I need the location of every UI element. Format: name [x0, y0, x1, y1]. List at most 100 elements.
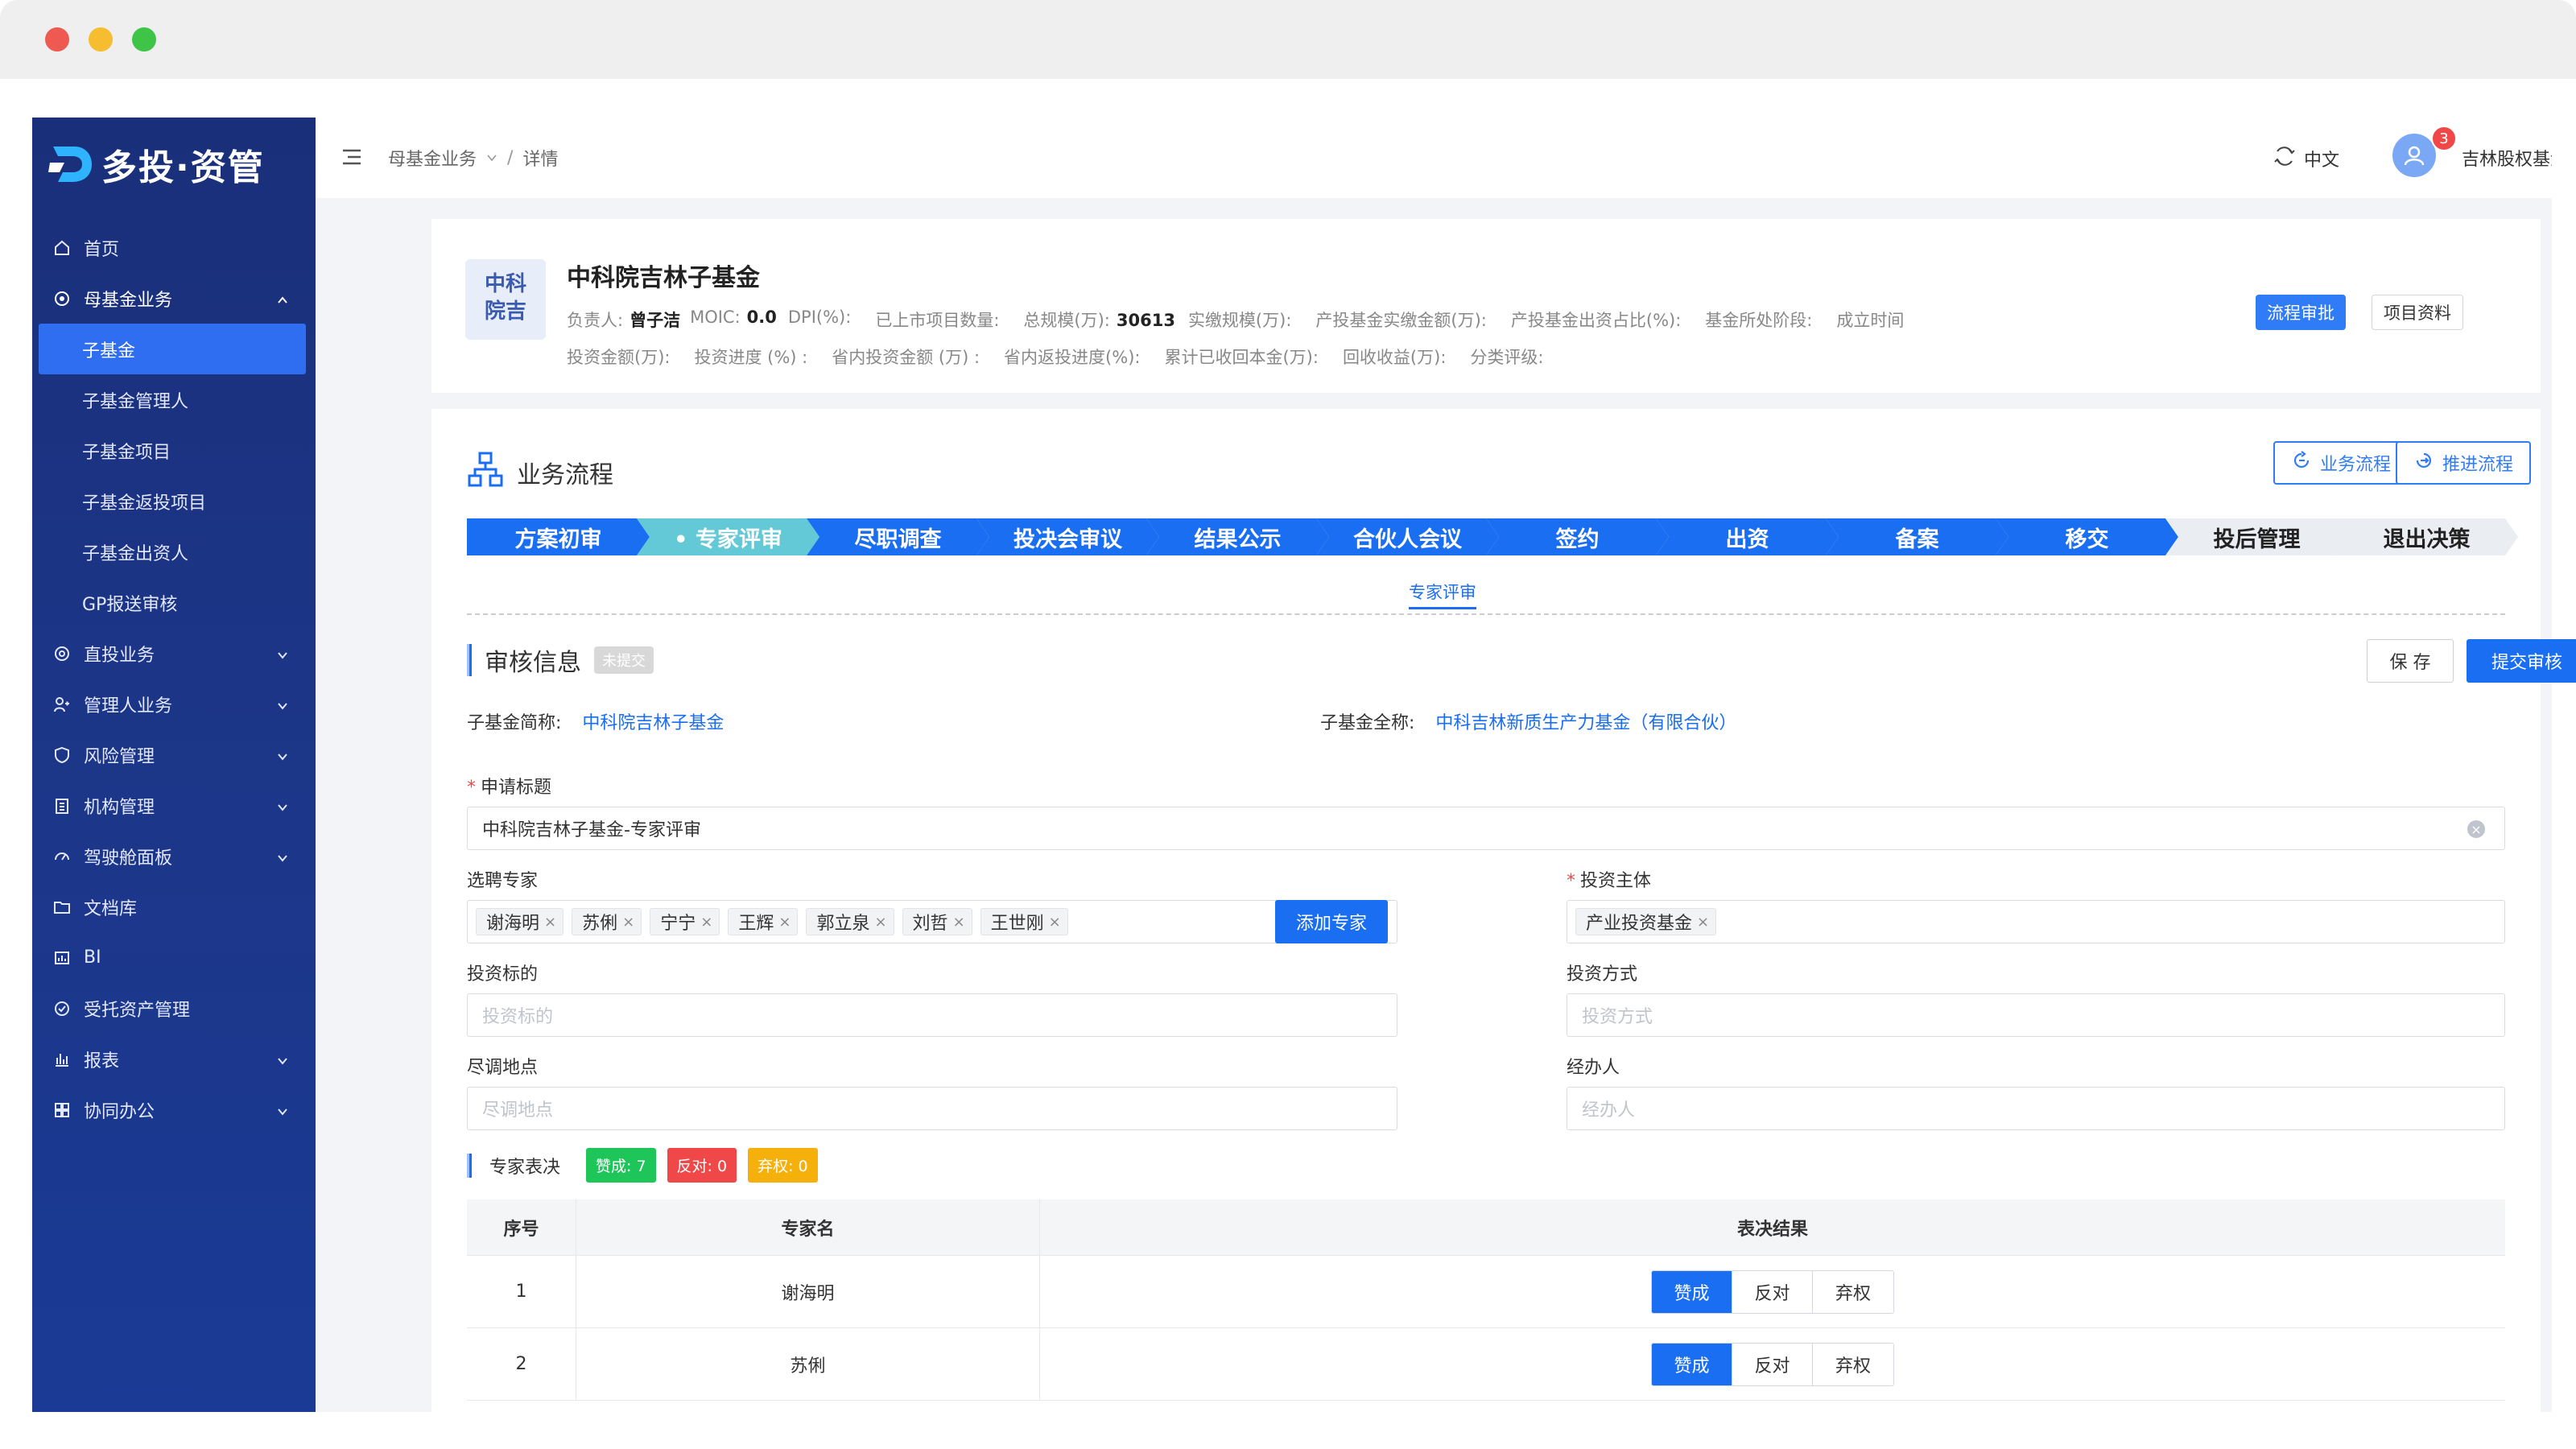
- step-expert-review[interactable]: • 专家评审: [637, 518, 819, 555]
- step-due-diligence[interactable]: 尽职调查: [807, 518, 989, 555]
- step-investment-committee[interactable]: 投决会审议: [976, 518, 1159, 555]
- sidebar-item-sub-fund-manager[interactable]: 子基金管理人: [32, 374, 316, 425]
- step-result-publicity[interactable]: 结果公示: [1146, 518, 1329, 555]
- sidebar-item-sub-fund-investor[interactable]: 子基金出资人: [32, 526, 316, 577]
- sidebar-item-direct-investment[interactable]: 直投业务: [32, 628, 316, 679]
- close-icon[interactable]: ×: [778, 914, 791, 931]
- vote-abstain-option[interactable]: 弃权: [1813, 1343, 1893, 1385]
- sidebar-item-label: 首页: [84, 239, 120, 260]
- fund-invest-amount: 投资金额(万):: [567, 348, 671, 367]
- experts-select[interactable]: 谢海明 × 苏俐 × 宁宁 × 王辉 × 郭立泉 × 刘哲 × 王世刚 ×: [467, 900, 1397, 943]
- project-docs-button[interactable]: 项目资料: [2372, 295, 2463, 330]
- step-signing[interactable]: 签约: [1486, 518, 1669, 555]
- sidebar-item-label: BI: [84, 947, 101, 968]
- window-maximize-dot[interactable]: [132, 27, 156, 52]
- step-handover[interactable]: 移交: [1996, 518, 2178, 555]
- browser-chrome: [0, 0, 2576, 79]
- chevron-up-icon: [277, 291, 288, 303]
- vote-table: 序号 专家名 表决结果 1 谢海明 赞成 反对 弃权 2 苏俐 赞成 反对 弃权: [467, 1199, 2505, 1401]
- breadcrumb-item-fof[interactable]: 母基金业务: [388, 145, 477, 171]
- sidebar-item-collaborative-office[interactable]: 协同办公: [32, 1084, 316, 1135]
- handler-input[interactable]: 经办人: [1567, 1087, 2505, 1130]
- fund-dpi: DPI(%):: [787, 308, 852, 327]
- vote-approve-option[interactable]: 赞成: [1652, 1343, 1732, 1385]
- advance-flow-button[interactable]: 推进流程: [2396, 441, 2532, 485]
- chevron-down-icon: [486, 148, 497, 168]
- target-input[interactable]: 投资标的: [467, 993, 1397, 1037]
- apply-title-input[interactable]: 中科院吉林子基金-专家评审 ×: [467, 807, 2505, 850]
- method-input[interactable]: 投资方式: [1567, 993, 2505, 1037]
- window-minimize-dot[interactable]: [89, 27, 113, 52]
- step-plan-review[interactable]: 方案初审: [467, 518, 650, 555]
- save-button[interactable]: 保 存: [2367, 639, 2454, 683]
- subject-select[interactable]: 产业投资基金 ×: [1567, 900, 2505, 943]
- fund-recovered: 累计已收回本金(万):: [1164, 348, 1319, 367]
- full-name-label: 子基金全称:: [1320, 713, 1415, 733]
- expert-chip: 谢海明 ×: [476, 908, 564, 935]
- sidebar-item-entrusted-assets[interactable]: 受托资产管理: [32, 983, 316, 1034]
- fund-logo-line1: 中科: [484, 272, 526, 296]
- clear-icon[interactable]: ×: [2467, 820, 2485, 838]
- sidebar-item-sub-fund-project[interactable]: 子基金项目: [32, 425, 316, 476]
- target-icon: [52, 643, 72, 664]
- user-name[interactable]: 吉林股权基金: [2462, 145, 2552, 171]
- step-capital-contribution[interactable]: 出资: [1656, 518, 1839, 555]
- close-icon[interactable]: ×: [1049, 914, 1061, 931]
- vote-approve-option[interactable]: 赞成: [1652, 1270, 1732, 1313]
- close-icon[interactable]: ×: [544, 914, 556, 931]
- submit-review-button[interactable]: 提交审核: [2467, 639, 2576, 683]
- close-icon[interactable]: ×: [874, 914, 886, 931]
- add-expert-button[interactable]: 添加专家: [1275, 900, 1389, 943]
- close-icon[interactable]: ×: [700, 914, 712, 931]
- process-title: 业务流程: [517, 461, 613, 489]
- business-flow-button[interactable]: 业务流程: [2273, 441, 2409, 485]
- sidebar-item-institution-management[interactable]: 机构管理: [32, 780, 316, 831]
- sidebar-item-home[interactable]: 首页: [32, 222, 316, 273]
- fund-return: 回收收益(万):: [1342, 348, 1447, 367]
- menu-toggle-icon[interactable]: [341, 148, 362, 169]
- window-close-dot[interactable]: [45, 27, 69, 52]
- short-name-value[interactable]: 中科院吉林子基金: [582, 713, 724, 733]
- fund-total-scale: 总规模(万): 30613: [1023, 311, 1175, 330]
- sidebar-item-label: GP报送审核: [82, 594, 178, 615]
- sidebar-item-sub-fund-return-project[interactable]: 子基金返投项目: [32, 476, 316, 526]
- step-exit-decision[interactable]: 退出决策: [2335, 518, 2518, 555]
- column-header-result: 表决结果: [1736, 1219, 1808, 1240]
- sidebar-item-label: 直投业务: [84, 645, 155, 666]
- sidebar-item-manager-business[interactable]: 管理人业务: [32, 679, 316, 729]
- step-partner-meeting[interactable]: 合伙人会议: [1316, 518, 1499, 555]
- column-header-no: 序号: [467, 1199, 576, 1255]
- sidebar-item-reports[interactable]: 报表: [32, 1034, 316, 1084]
- sidebar-item-document-library[interactable]: 文档库: [32, 881, 316, 932]
- sidebar-item-cockpit-dashboard[interactable]: 驾驶舱面板: [32, 831, 316, 881]
- flow-approve-button[interactable]: 流程审批: [2256, 295, 2346, 330]
- business-flow-label: 业务流程: [2320, 455, 2392, 475]
- notification-badge[interactable]: 3: [2431, 126, 2457, 151]
- vote-abstain-option[interactable]: 弃权: [1813, 1270, 1893, 1313]
- step-filing[interactable]: 备案: [1826, 518, 2008, 555]
- table-row: 1 谢海明 赞成 反对 弃权: [467, 1256, 2505, 1328]
- language-switch[interactable]: 中文: [2273, 145, 2339, 172]
- row-vote-result: 赞成 反对 弃权: [1040, 1328, 2505, 1400]
- row-no: 2: [467, 1328, 576, 1400]
- app-logo[interactable]: 多投·资管: [47, 140, 265, 188]
- location-input[interactable]: 尽调地点: [467, 1087, 1397, 1130]
- close-icon[interactable]: ×: [622, 914, 634, 931]
- sidebar-item-fof-business[interactable]: 母基金业务: [32, 273, 316, 324]
- close-icon[interactable]: ×: [953, 914, 965, 931]
- sidebar-item-bi[interactable]: BI: [32, 932, 316, 983]
- avatar[interactable]: [2392, 134, 2436, 177]
- tab-expert-review[interactable]: 专家评审: [1409, 580, 1476, 609]
- sidebar-item-gp-report-review[interactable]: GP报送审核: [32, 577, 316, 628]
- sidebar-item-sub-fund[interactable]: 子基金: [39, 324, 306, 374]
- sidebar-item-risk-management[interactable]: 风险管理: [32, 729, 316, 780]
- full-name-value[interactable]: 中科吉林新质生产力基金（有限合伙）: [1435, 713, 1736, 733]
- refresh-flow-icon: [2291, 450, 2312, 476]
- step-post-investment[interactable]: 投后管理: [2165, 518, 2348, 555]
- short-name-label: 子基金简称:: [467, 713, 562, 733]
- vote-oppose-option[interactable]: 反对: [1732, 1270, 1813, 1313]
- expert-chip: 刘哲 ×: [902, 908, 972, 935]
- vote-oppose-option[interactable]: 反对: [1732, 1343, 1813, 1385]
- close-icon[interactable]: ×: [1697, 914, 1709, 931]
- subject-label: * 投资主体: [1567, 871, 1652, 891]
